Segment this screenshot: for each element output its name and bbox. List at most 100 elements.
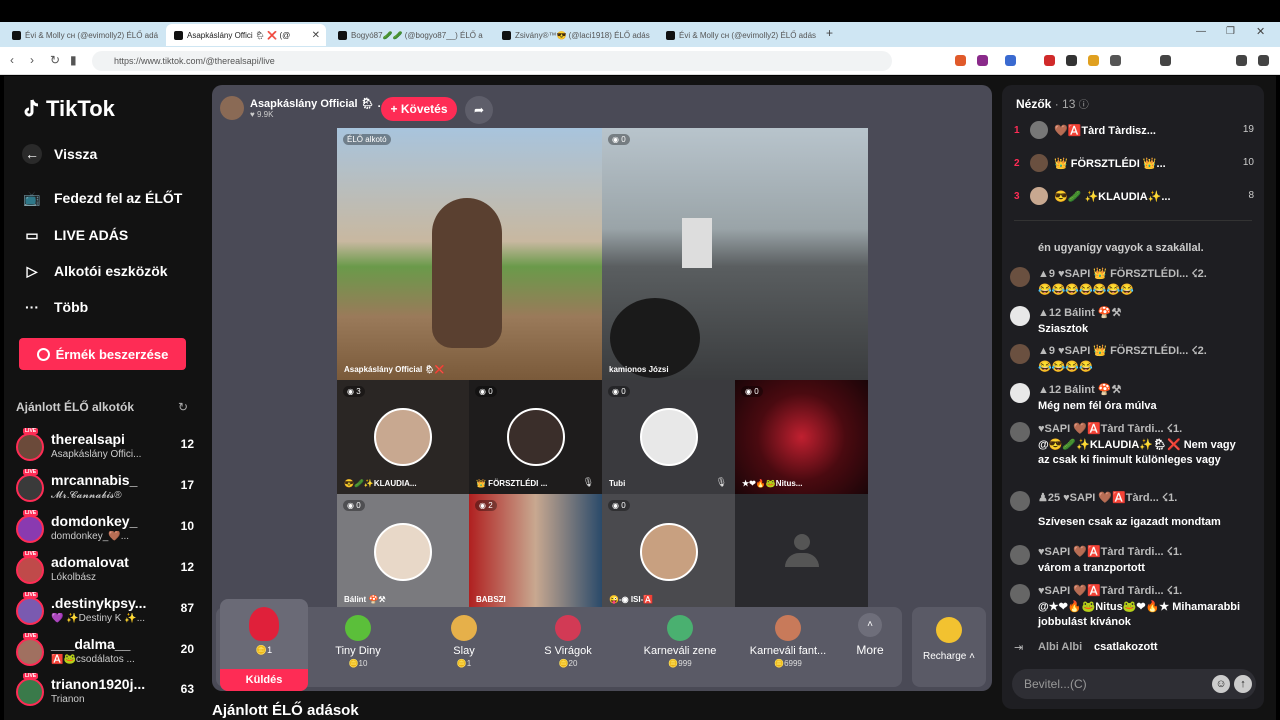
tiktok-favicon-icon	[12, 30, 21, 40]
guest-video-cell[interactable]: ◉ 0 👑 FÖRSZTLÉDI ... 🎙	[469, 380, 602, 494]
truck-figure	[682, 218, 712, 268]
share-icon[interactable]: ➦	[465, 96, 493, 124]
empty-seat-cell[interactable]	[735, 494, 868, 610]
enter-icon: ⇥	[1014, 642, 1024, 654]
top-viewer-row[interactable]: 3 😎🥒 ✨KLAUDIA✨... 8	[1014, 187, 1254, 207]
nav-explore-live[interactable]: 📺 Fedezd fel az ÉLŐT	[22, 189, 182, 207]
browser-tab[interactable]: Zsivány®™😎 (@laci1918) ÉLŐ adás	[494, 24, 654, 46]
recharge-button[interactable]: Recharge ˄	[912, 607, 986, 687]
host-video-cell[interactable]: ÉLŐ alkotó Asapkáslány Official 🌦❌	[337, 128, 602, 380]
live-badge: LIVE	[23, 673, 39, 679]
creator-row[interactable]: LIVE trianon1920j... Trianon 63	[14, 673, 194, 712]
chat-message: ▲9 ♥SAPI 👑 FÖRSZTLÉDI... ☇2. 😂😂😂😂	[1010, 344, 1250, 376]
avatar	[16, 515, 44, 543]
emoji-icon[interactable]: ☺	[1212, 675, 1230, 693]
gift-rose-selected[interactable]: 🪙1 Küldés	[220, 599, 308, 691]
extension-icon[interactable]	[977, 55, 988, 66]
refresh-icon[interactable]: ↻	[178, 400, 188, 414]
nav-go-live[interactable]: ▭ LIVE ADÁS	[22, 226, 128, 244]
arrow-left-icon: ←	[22, 144, 42, 164]
extension-icon[interactable]	[1044, 55, 1055, 66]
host-info[interactable]: Asapkáslány Official 🌦 ... ♥ 9.9K	[220, 93, 387, 123]
back-button[interactable]: ← Vissza	[22, 144, 97, 164]
viewers-title[interactable]: Nézők · 13 ⓘ	[1016, 96, 1089, 111]
maximize-icon[interactable]: ❐	[1226, 26, 1235, 37]
creator-row[interactable]: LIVE ___dalma__ 🅰️🐸csodálatos ... 20	[14, 633, 194, 672]
chat-message: ♥SAPI 🤎🅰️Tàrd Tàrdi... ☇1. @★❤🔥🐸Nitus🐸❤🔥…	[1010, 584, 1250, 632]
chat-message: ▲9 ♥SAPI 👑 FÖRSZTLÉDI... ☇2. 😂😂😂😂😂😂😂	[1010, 267, 1250, 299]
top-viewer-row[interactable]: 1 🤎🅰️Tàrd Tàrdisz... 19	[1014, 121, 1254, 141]
creator-row[interactable]: LIVE domdonkey_ domdonkey_🤎... 10	[14, 510, 194, 549]
nav-more[interactable]: ··· Több	[22, 298, 88, 316]
gift-karnevali-zene[interactable]: Karneváli zene 🪙999	[630, 615, 730, 668]
forward-icon[interactable]: ›	[30, 53, 34, 67]
creator-row[interactable]: LIVE .destinykpsy... 💜 ✨Destiny K ✨... 8…	[14, 592, 194, 631]
close-window-icon[interactable]: ✕	[1256, 25, 1265, 38]
nav-creator-tools[interactable]: ▷ Alkotói eszközök	[22, 262, 168, 280]
more-gifts-button[interactable]: ˄ More	[850, 613, 890, 657]
tiktok-logo[interactable]: TikTok	[22, 96, 115, 122]
new-tab-icon[interactable]: +	[826, 26, 833, 40]
avatar	[1010, 491, 1030, 511]
more-icon: ···	[25, 299, 39, 315]
shield-icon[interactable]	[1236, 55, 1247, 66]
creator-row[interactable]: LIVE mrcannabis_ 𝓜𝓻.𝓒𝓪𝓷𝓷𝓪𝓫𝓲𝓼® 17	[14, 469, 194, 508]
gift-karnevali-fant[interactable]: Karneváli fant... 🪙6999	[738, 615, 838, 668]
browser-tab-active[interactable]: Asapkáslány Offici 🌦 ❌ (@ ✕	[166, 24, 326, 46]
send-gift-button[interactable]: Küldés	[220, 669, 308, 691]
follow-button[interactable]: + Követés	[381, 97, 457, 121]
guest-video-cell[interactable]: ◉ 0 ★❤🔥🐸Nitus...	[735, 380, 868, 494]
url-field[interactable]: https://www.tiktok.com/@therealsapi/live	[92, 51, 892, 71]
creator-row[interactable]: LIVE therealsapi Asapkáslány Offici... 1…	[14, 428, 194, 467]
bookmark-icon[interactable]: ▮	[70, 53, 77, 67]
browser-tab[interactable]: Bogyó87🥒🥒 (@bogyo87__) ÉLŐ a	[330, 24, 490, 46]
avatar	[16, 433, 44, 461]
browser-tab[interactable]: Évi & Molly cн (@evimolly2) ÉLŐ adás	[658, 24, 818, 46]
minimize-icon[interactable]: —	[1196, 26, 1206, 37]
guest-avatar	[639, 408, 698, 466]
guest-video-cell[interactable]: ◉ 3 😎🥒✨KLAUDIA...	[337, 380, 469, 494]
top-viewer-row[interactable]: 2 👑 FÖRSZTLÉDI 👑... 10	[1014, 154, 1254, 174]
translate-icon[interactable]	[1005, 55, 1016, 66]
tiktok-favicon-icon	[338, 30, 347, 40]
avatar	[1010, 306, 1030, 326]
extension-icon[interactable]	[1110, 55, 1121, 66]
coin-icon: 🪙	[668, 659, 679, 668]
guest-video-cell[interactable]: ◉ 0 Tubi 🎙	[602, 380, 735, 494]
recommended-creators-title: Ajánlott ÉLŐ alkotók	[16, 400, 135, 414]
guest-video-cell[interactable]: ◉ 0 kamionos Józsi	[602, 128, 868, 380]
close-tab-icon[interactable]: ✕	[312, 30, 320, 41]
extension-icon[interactable]	[1066, 55, 1077, 66]
info-icon[interactable]: ⓘ	[1079, 100, 1089, 111]
avatar	[16, 597, 44, 625]
send-arrow-icon[interactable]: ↑	[1234, 675, 1252, 693]
guest-video-cell[interactable]: ◉ 0 Bálint 🍄⚒	[337, 494, 469, 610]
muted-mic-icon: 🎙	[715, 477, 727, 487]
camera-icon: ▭	[25, 226, 39, 243]
music-icon[interactable]	[1160, 55, 1171, 66]
guest-avatar	[639, 523, 698, 581]
chat-message: ♥SAPI 🤎🅰️Tàrd Tàrdi... ☇1. @😎🥒✨KLAUDIA✨🌦…	[1010, 422, 1250, 484]
cat-figure	[432, 198, 502, 348]
menu-icon[interactable]	[1258, 55, 1269, 66]
gift-slay[interactable]: Slay 🪙1	[414, 615, 514, 668]
reload-icon[interactable]: ↻	[50, 53, 60, 67]
get-coins-button[interactable]: Érmék beszerzése	[19, 338, 186, 370]
guest-avatar	[506, 408, 565, 466]
host-name[interactable]: Asapkáslány Official 🌦 ...	[250, 97, 387, 110]
gift-s-viragok[interactable]: S Virágok 🪙20	[518, 615, 618, 668]
back-icon[interactable]: ‹	[10, 53, 14, 67]
live-badge: LIVE	[23, 592, 39, 598]
brave-shield-icon[interactable]	[955, 55, 966, 66]
host-avatar[interactable]	[220, 96, 244, 120]
coin-icon	[936, 617, 962, 643]
guest-video-cell[interactable]: ◉ 2 BABSZI	[469, 494, 602, 610]
coin-icon: 🪙	[774, 659, 785, 668]
guest-video-cell[interactable]: ◉ 0 😜-◉ ISI-🅰️	[602, 494, 735, 610]
gift-tiny-diny[interactable]: Tiny Diny 🪙10	[308, 615, 408, 668]
avatar	[1010, 267, 1030, 287]
extension-icon[interactable]	[1088, 55, 1099, 66]
browser-tab[interactable]: Évi & Molly cн (@evimolly2) ÉLŐ adá	[4, 24, 164, 46]
creator-row[interactable]: LIVE adomalovat Lókolbász 12	[14, 551, 194, 590]
avatar	[16, 678, 44, 706]
